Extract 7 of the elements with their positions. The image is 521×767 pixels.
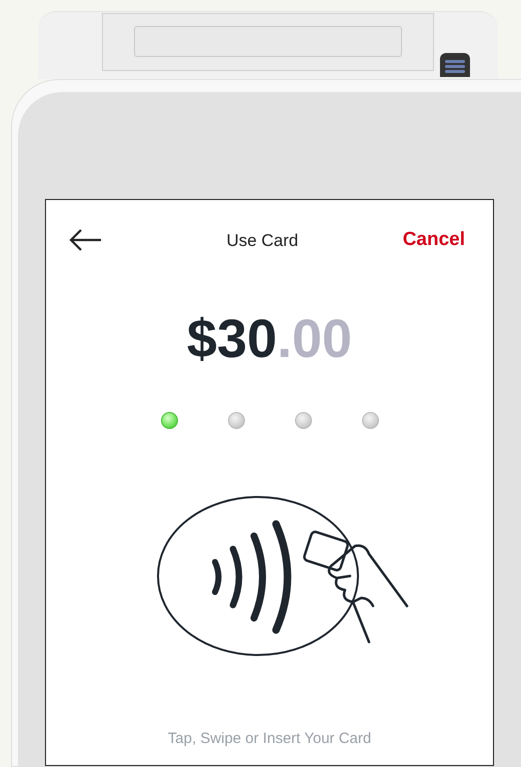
amount-cents: .00 — [277, 312, 352, 366]
cancel-button[interactable]: Cancel — [402, 226, 470, 254]
back-arrow-icon[interactable] — [69, 228, 102, 252]
amount-whole: $30 — [186, 312, 278, 366]
screen-title: Use Card — [226, 230, 298, 252]
power-button[interactable] — [440, 53, 470, 77]
instruction-text: Tap, Swipe or Insert Your Card — [168, 728, 372, 748]
